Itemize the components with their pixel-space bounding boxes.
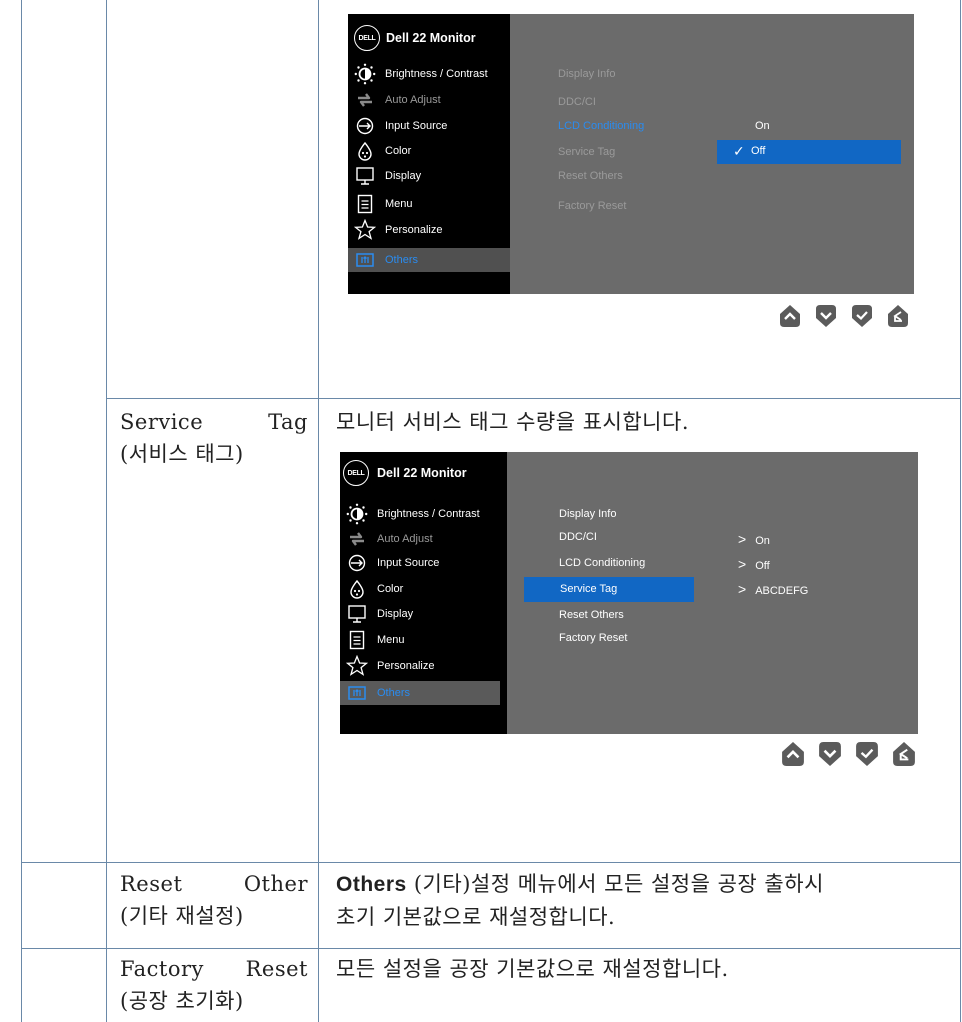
others-bold-term: Others (336, 873, 407, 896)
star-icon (346, 655, 368, 677)
desc-service-tag: 모니터 서비스 태그 수량을 표시합니다. (336, 410, 689, 434)
color-icon (346, 578, 368, 600)
menu-item-input-source[interactable]: Input Source (340, 551, 507, 575)
color-icon (354, 140, 376, 162)
menu-item-menu[interactable]: Menu (340, 628, 507, 652)
osd-nav-buttons (781, 742, 916, 766)
menu-item-display[interactable]: Display (340, 602, 507, 626)
menu-item-brightness[interactable]: Brightness / Contrast (348, 62, 510, 86)
menu-item-auto-adjust[interactable]: Auto Adjust (348, 88, 510, 112)
others-icon (354, 249, 376, 271)
osd-nav-buttons (779, 305, 909, 327)
menu-item-display[interactable]: Display (348, 164, 510, 188)
auto-adjust-icon (354, 89, 376, 111)
option-off-selected[interactable]: ✓ Off (717, 140, 901, 164)
brightness-icon (354, 63, 376, 85)
value-ddc-ci: > On (738, 531, 770, 547)
menu-item-personalize[interactable]: Personalize (340, 654, 507, 678)
menu-item-menu[interactable]: Menu (348, 192, 510, 216)
submenu-lcd-conditioning[interactable]: LCD Conditioning (558, 120, 644, 132)
label-factory-reset: Factory Reset (공장 초기화) (120, 957, 308, 1013)
option-off-label: Off (751, 145, 766, 157)
menu-item-brightness[interactable]: Brightness / Contrast (340, 502, 507, 526)
ok-button[interactable] (851, 305, 873, 327)
submenu-ddc-ci[interactable]: DDC/CI (558, 96, 596, 108)
osd-title: Dell 22 Monitor (386, 31, 476, 45)
submenu-service-tag-selected[interactable]: Service Tag (524, 577, 694, 602)
option-on[interactable]: On (755, 120, 770, 132)
table-border-col2 (318, 0, 319, 1022)
menu-item-input-source[interactable]: Input Source (348, 114, 510, 138)
menu-item-color[interactable]: Color (348, 139, 510, 163)
row-divider (106, 398, 961, 399)
submenu-factory-reset[interactable]: Factory Reset (558, 200, 626, 212)
submenu-display-info[interactable]: Display Info (558, 68, 615, 80)
submenu-reset-others[interactable]: Reset Others (559, 609, 624, 621)
value-lcd-conditioning: > Off (738, 556, 770, 572)
value-service-tag: > ABCDEFG (738, 581, 809, 597)
back-button[interactable] (887, 305, 909, 327)
desc-factory-reset: 모든 설정을 공장 기본값으로 재설정합니다. (336, 957, 729, 981)
input-source-icon (346, 552, 368, 574)
dell-logo: DELL (354, 25, 380, 51)
display-icon (354, 165, 376, 187)
submenu-display-info[interactable]: Display Info (559, 508, 616, 520)
table-border-col1 (106, 0, 107, 1022)
brightness-icon (346, 503, 368, 525)
ok-button[interactable] (855, 742, 879, 766)
osd-screen-service-tag: DELL Dell 22 Monitor Brightness / Contra… (340, 452, 918, 734)
table-border-left (21, 0, 22, 1022)
menu-item-auto-adjust[interactable]: Auto Adjust (340, 527, 507, 551)
up-button[interactable] (779, 305, 801, 327)
submenu-factory-reset[interactable]: Factory Reset (559, 632, 627, 644)
checkmark-icon: ✓ (733, 143, 745, 159)
table-border-right (960, 0, 961, 1022)
osd-title: Dell 22 Monitor (377, 466, 467, 480)
label-service-tag: Service Tag (서비스 태그) (120, 410, 308, 466)
row-divider (21, 862, 961, 863)
display-icon (346, 603, 368, 625)
submenu-ddc-ci[interactable]: DDC/CI (559, 531, 597, 543)
menu-item-others[interactable]: Others (348, 248, 510, 272)
input-source-icon (354, 115, 376, 137)
submenu-lcd-conditioning[interactable]: LCD Conditioning (559, 557, 645, 569)
submenu-service-tag-label: Service Tag (560, 583, 618, 595)
down-button[interactable] (815, 305, 837, 327)
submenu-service-tag[interactable]: Service Tag (558, 146, 615, 158)
menu-item-color[interactable]: Color (340, 577, 507, 601)
desc-reset-other: Others (기타)설정 메뉴에서 모든 설정을 공장 출하시 초기 기본값으… (336, 872, 824, 929)
others-icon (346, 682, 368, 704)
menu-item-personalize[interactable]: Personalize (348, 218, 510, 242)
menu-item-others[interactable]: Others (340, 681, 500, 705)
dell-logo: DELL (343, 460, 369, 486)
osd-screen-lcd-conditioning: DELL Dell 22 Monitor Brightness / Contra… (348, 14, 914, 294)
row-divider (21, 948, 961, 949)
star-icon (354, 219, 376, 241)
submenu-reset-others[interactable]: Reset Others (558, 170, 623, 182)
back-button[interactable] (892, 742, 916, 766)
down-button[interactable] (818, 742, 842, 766)
menu-icon (354, 193, 376, 215)
auto-adjust-icon (346, 528, 368, 550)
label-reset-other: Reset Other (기타 재설정) (120, 872, 308, 928)
menu-icon (346, 629, 368, 651)
up-button[interactable] (781, 742, 805, 766)
